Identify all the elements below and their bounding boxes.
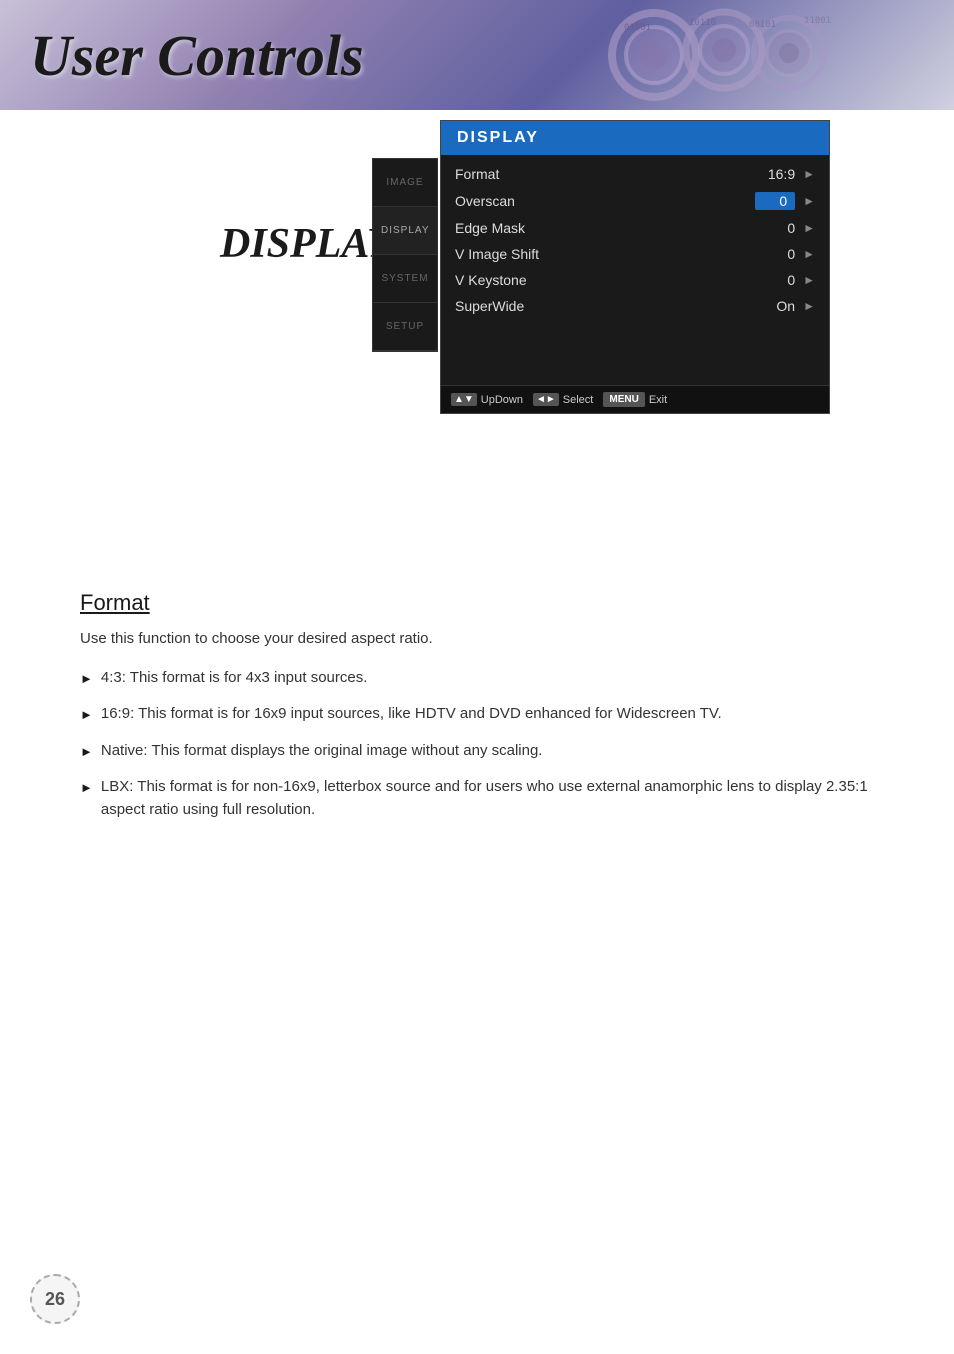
sidebar-item-image[interactable]: IMAGE	[373, 159, 437, 207]
list-item: ► LBX: This format is for non-16x9, lett…	[80, 776, 904, 821]
osd-value-format: 16:9	[755, 166, 795, 182]
updown-icon: ▲▼	[451, 393, 477, 406]
osd-arrow-edge-mask: ►	[803, 221, 815, 235]
osd-label-v-image-shift: V Image Shift	[455, 246, 755, 262]
bullet-text: 4:3: This format is for 4x3 input source…	[101, 667, 904, 690]
bullet-arrow-icon: ►	[80, 742, 93, 762]
osd-menu-container: IMAGE DISPLAY SYSTEM SETUP DISPLAY Forma…	[440, 120, 830, 414]
select-label: Select	[563, 394, 594, 406]
footer-updown: ▲▼ UpDown	[451, 393, 523, 406]
list-item: ► 4:3: This format is for 4x3 input sour…	[80, 667, 904, 690]
osd-row-format[interactable]: Format 16:9 ►	[441, 161, 829, 187]
bullet-arrow-icon: ►	[80, 669, 93, 689]
sidebar-item-display[interactable]: DISPLAY	[373, 207, 437, 255]
osd-label-superwide: SuperWide	[455, 298, 755, 314]
osd-label-edge-mask: Edge Mask	[455, 220, 755, 236]
osd-value-v-keystone: 0	[755, 272, 795, 288]
osd-row-superwide[interactable]: SuperWide On ►	[441, 293, 829, 319]
page-number: 26	[30, 1274, 80, 1324]
osd-value-superwide: On	[755, 298, 795, 314]
bullet-list: ► 4:3: This format is for 4x3 input sour…	[60, 667, 904, 822]
osd-panel: DISPLAY Format 16:9 ► Overscan 0 ► Edge …	[440, 120, 830, 414]
osd-label-overscan: Overscan	[455, 193, 755, 209]
osd-arrow-format: ►	[803, 167, 815, 181]
display-section-label: DISPLAY	[220, 220, 393, 268]
osd-menu-area: Format 16:9 ► Overscan 0 ► Edge Mask 0 ►…	[441, 155, 829, 385]
osd-title: DISPLAY	[441, 121, 829, 155]
content-area: Format Use this function to choose your …	[0, 590, 954, 821]
osd-arrow-v-image-shift: ►	[803, 247, 815, 261]
page-title: User Controls	[0, 22, 364, 89]
list-item: ► Native: This format displays the origi…	[80, 740, 904, 763]
osd-value-edge-mask: 0	[755, 220, 795, 236]
menu-btn[interactable]: MENU	[603, 392, 644, 407]
bullet-arrow-icon: ►	[80, 705, 93, 725]
osd-label-format: Format	[455, 166, 755, 182]
bullet-arrow-icon: ►	[80, 778, 93, 798]
svg-text:11001: 11001	[804, 16, 831, 26]
bullet-text: Native: This format displays the origina…	[101, 740, 904, 763]
svg-text:01001: 01001	[624, 23, 651, 33]
section-intro: Use this function to choose your desired…	[60, 628, 904, 651]
osd-sidebar: IMAGE DISPLAY SYSTEM SETUP	[372, 158, 438, 352]
footer-menu-exit: MENU Exit	[603, 392, 667, 407]
sidebar-item-setup[interactable]: SETUP	[373, 303, 437, 351]
osd-arrow-v-keystone: ►	[803, 273, 815, 287]
osd-row-overscan[interactable]: Overscan 0 ►	[441, 187, 829, 215]
header: User Controls 01001 10110 00101 11001	[0, 0, 954, 110]
svg-text:10110: 10110	[689, 18, 716, 28]
osd-arrow-superwide: ►	[803, 299, 815, 313]
exit-label: Exit	[649, 394, 667, 406]
osd-value-v-image-shift: 0	[755, 246, 795, 262]
osd-footer: ▲▼ UpDown ◄► Select MENU Exit	[441, 385, 829, 413]
osd-row-v-image-shift[interactable]: V Image Shift 0 ►	[441, 241, 829, 267]
bullet-text: 16:9: This format is for 16x9 input sour…	[101, 703, 904, 726]
bullet-text: LBX: This format is for non-16x9, letter…	[101, 776, 904, 821]
updown-label: UpDown	[481, 394, 523, 406]
osd-label-v-keystone: V Keystone	[455, 272, 755, 288]
osd-row-v-keystone[interactable]: V Keystone 0 ►	[441, 267, 829, 293]
section-title: Format	[60, 590, 904, 616]
osd-value-overscan: 0	[755, 192, 795, 210]
list-item: ► 16:9: This format is for 16x9 input so…	[80, 703, 904, 726]
header-decoration: 01001 10110 00101 11001	[594, 5, 874, 105]
svg-text:00101: 00101	[749, 20, 776, 30]
osd-row-edge-mask[interactable]: Edge Mask 0 ►	[441, 215, 829, 241]
footer-select: ◄► Select	[533, 393, 593, 406]
sidebar-item-system[interactable]: SYSTEM	[373, 255, 437, 303]
leftright-icon: ◄►	[533, 393, 559, 406]
osd-arrow-overscan: ►	[803, 194, 815, 208]
